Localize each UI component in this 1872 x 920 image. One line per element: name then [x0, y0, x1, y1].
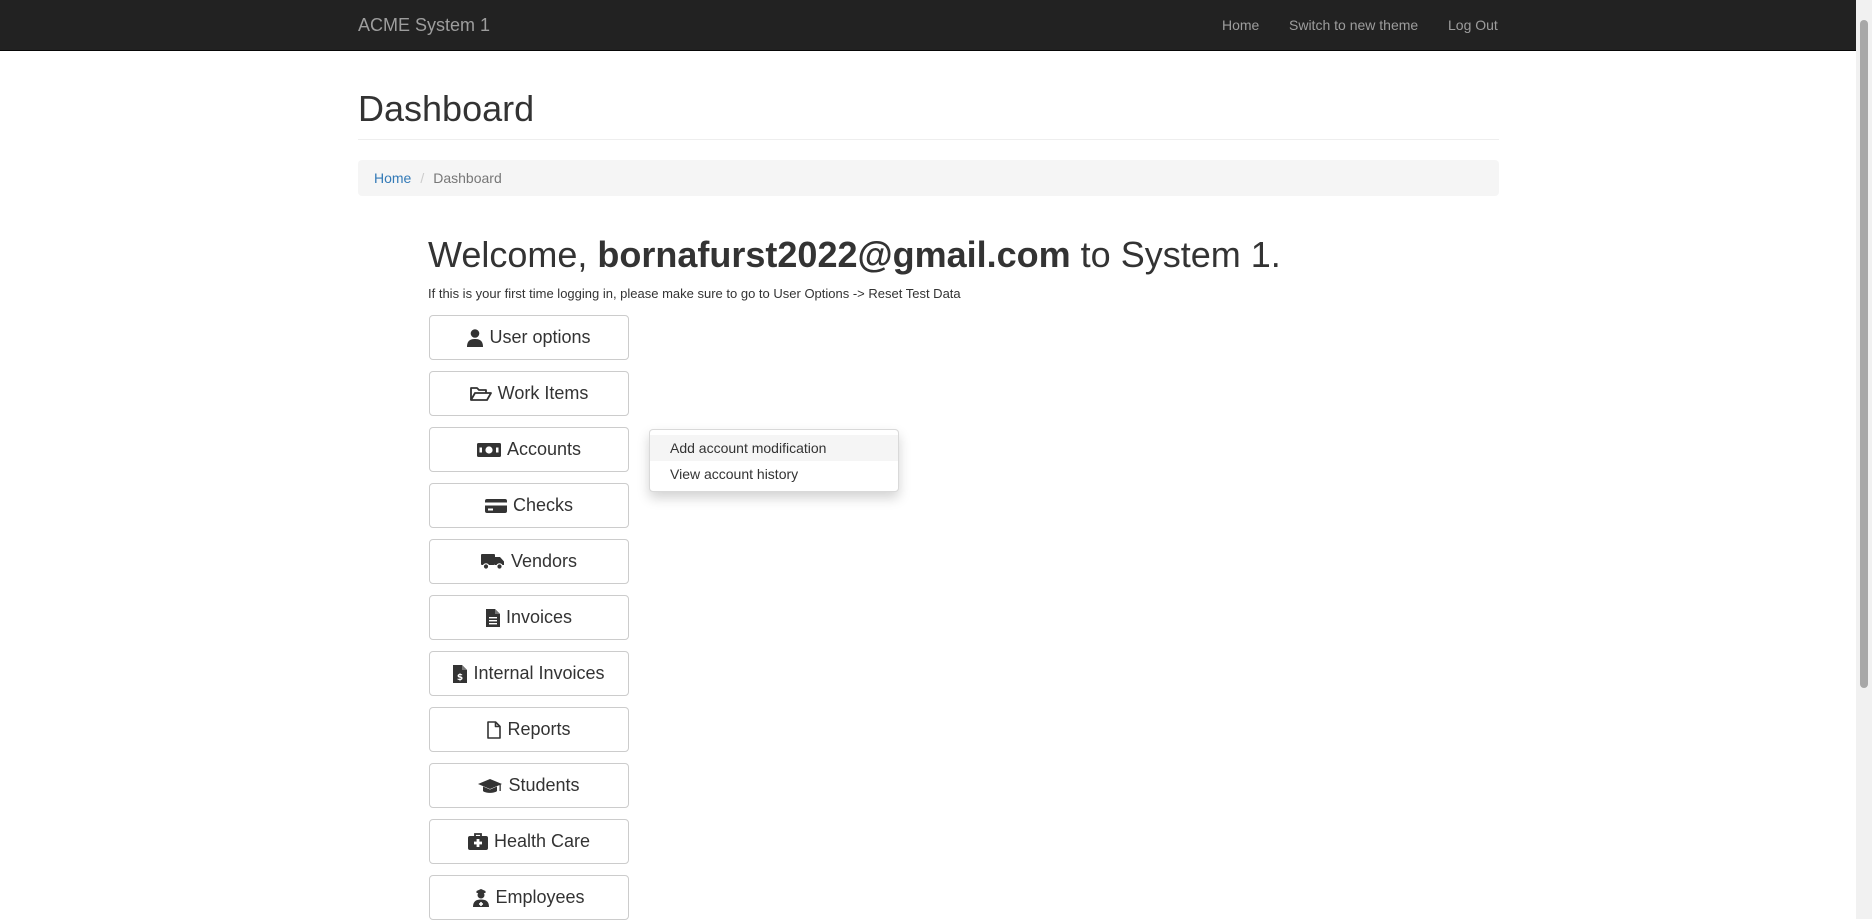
- money-bill-icon: [476, 442, 501, 458]
- welcome-heading: Welcome, bornafurst2022@gmail.com to Sys…: [428, 234, 1281, 276]
- students-button[interactable]: Students: [429, 763, 629, 808]
- checks-button[interactable]: Checks: [429, 483, 629, 528]
- welcome-username: bornafurst2022@gmail.com: [597, 234, 1071, 275]
- page-title: Dashboard: [358, 88, 535, 129]
- employees-label: Employees: [495, 887, 585, 907]
- file-invoice-dollar-icon: $: [453, 664, 468, 683]
- checks-label: Checks: [512, 495, 574, 515]
- health-care-label: Health Care: [493, 831, 591, 851]
- invoices-button[interactable]: Invoices: [429, 595, 629, 640]
- internal-invoices-button[interactable]: $ Internal Invoices: [429, 651, 629, 696]
- accounts-button[interactable]: Accounts: [429, 427, 629, 472]
- file-icon: [487, 720, 502, 739]
- first-time-note: If this is your first time logging in, p…: [428, 286, 961, 301]
- folder-open-icon: [469, 386, 492, 402]
- file-lines-icon: [485, 608, 500, 627]
- breadcrumb-home-link[interactable]: Home: [374, 170, 411, 186]
- welcome-prefix: Welcome,: [428, 234, 588, 275]
- nav-home-link[interactable]: Home: [1222, 17, 1259, 34]
- accounts-label: Accounts: [506, 439, 582, 459]
- welcome-suffix: to System 1.: [1080, 234, 1281, 275]
- medical-kit-icon: [467, 833, 488, 850]
- health-care-button[interactable]: Health Care: [429, 819, 629, 864]
- internal-invoices-label: Internal Invoices: [473, 663, 605, 683]
- reports-label: Reports: [507, 719, 571, 739]
- top-navbar: ACME System 1 Home Switch to new theme L…: [0, 0, 1856, 51]
- employees-button[interactable]: Employees: [429, 875, 629, 920]
- view-account-history-item[interactable]: View account history: [650, 461, 898, 487]
- scrollbar-thumb[interactable]: [1860, 20, 1868, 688]
- accounts-dropdown-menu: Add account modification View account hi…: [649, 429, 899, 492]
- vendors-button[interactable]: Vendors: [429, 539, 629, 584]
- user-nurse-icon: [473, 888, 490, 907]
- nav-switch-theme-link[interactable]: Switch to new theme: [1289, 17, 1418, 34]
- vendors-label: Vendors: [510, 551, 578, 571]
- reports-button[interactable]: Reports: [429, 707, 629, 752]
- title-divider: [358, 139, 1499, 140]
- user-options-label: User options: [489, 327, 591, 347]
- add-account-modification-item[interactable]: Add account modification: [650, 435, 898, 461]
- brand-link[interactable]: ACME System 1: [358, 14, 490, 36]
- user-icon: [467, 328, 484, 347]
- credit-card-icon: [484, 498, 507, 514]
- breadcrumb: Home / Dashboard: [358, 160, 1499, 196]
- work-items-label: Work Items: [497, 383, 589, 403]
- nav-logout-link[interactable]: Log Out: [1448, 17, 1498, 34]
- breadcrumb-current: Dashboard: [433, 170, 502, 186]
- students-label: Students: [508, 775, 580, 795]
- work-items-button[interactable]: Work Items: [429, 371, 629, 416]
- vertical-scrollbar[interactable]: [1856, 0, 1872, 919]
- invoices-label: Invoices: [505, 607, 573, 627]
- breadcrumb-separator: /: [420, 170, 425, 186]
- truck-icon: [480, 553, 505, 570]
- graduation-cap-icon: [478, 778, 503, 794]
- user-options-button[interactable]: User options: [429, 315, 629, 360]
- svg-text:$: $: [457, 673, 463, 683]
